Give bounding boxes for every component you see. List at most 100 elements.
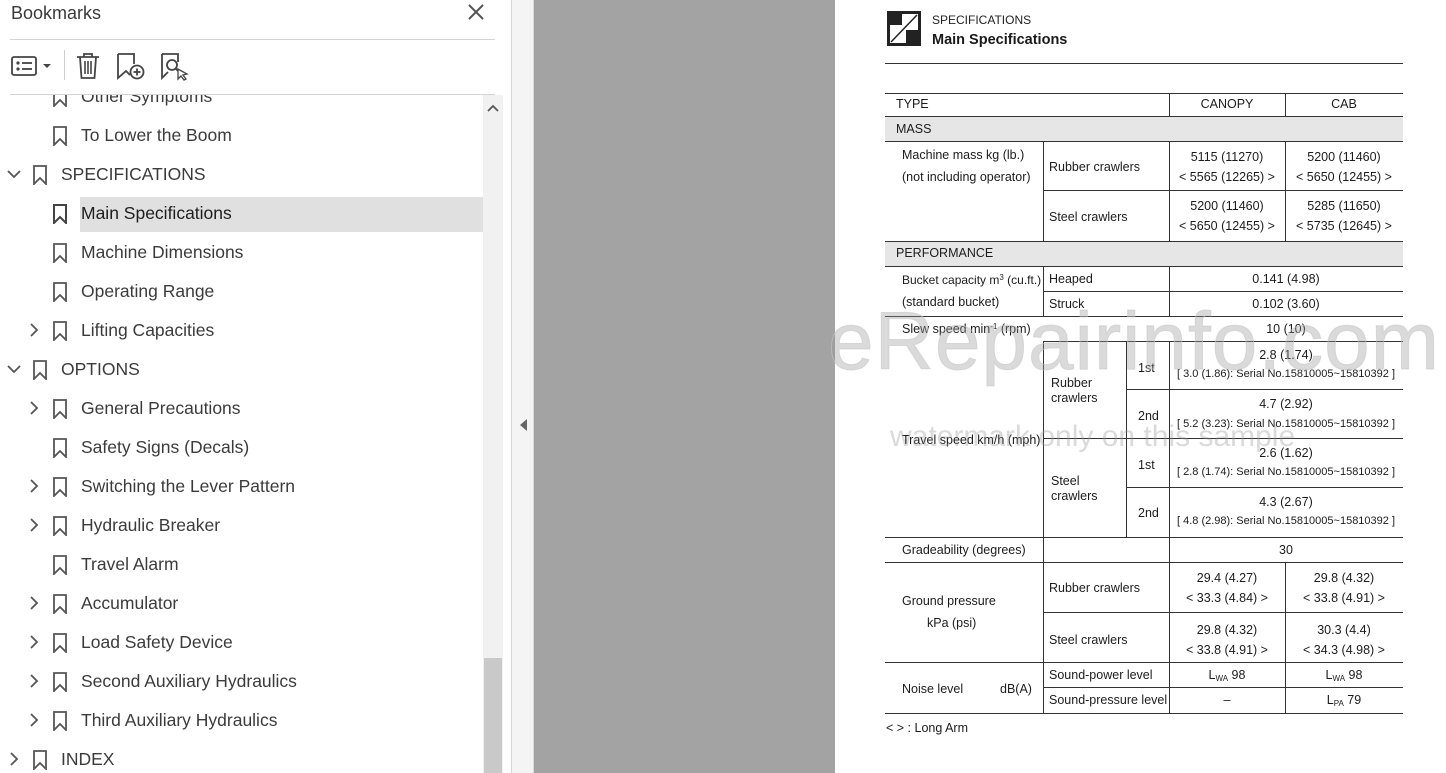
ground-pressure-label: Ground pressure bbox=[902, 594, 996, 608]
bookmark-item-third-auxiliary-hydraulics[interactable]: Third Auxiliary Hydraulics bbox=[0, 702, 483, 738]
bookmark-item-hydraulic-breaker[interactable]: Hydraulic Breaker bbox=[0, 507, 483, 543]
add-bookmark-icon bbox=[117, 53, 145, 80]
bookmark-icon bbox=[53, 95, 67, 107]
bucket-capacity-label: Bucket capacity m3 (cu.ft.) bbox=[902, 273, 1042, 287]
bookmark-label: SPECIFICATIONS bbox=[61, 164, 206, 184]
table-line bbox=[1126, 389, 1403, 390]
bookmark-label: Second Auxiliary Hydraulics bbox=[81, 671, 297, 691]
page-title: Main Specifications bbox=[932, 32, 1068, 48]
table-line bbox=[1043, 291, 1403, 292]
bookmark-item-general-precautions[interactable]: General Precautions bbox=[0, 390, 483, 426]
mass-value: < 5650 (12455) > bbox=[1296, 170, 1392, 184]
toolbar-divider bbox=[64, 50, 65, 80]
close-icon[interactable] bbox=[466, 2, 486, 22]
bookmark-tree: Other Symptoms To Lower the Boom SPECIFI… bbox=[0, 95, 483, 773]
scroll-thumb[interactable] bbox=[484, 658, 502, 773]
bookmark-item-machine-dimensions[interactable]: Machine Dimensions bbox=[0, 234, 483, 270]
sound-power-canopy: LWA 98 bbox=[1208, 668, 1246, 683]
table-line bbox=[1043, 190, 1403, 191]
bookmark-item-lifting-capacities[interactable]: Lifting Capacities bbox=[0, 312, 483, 348]
ground-pressure-value: < 33.3 (4.84) > bbox=[1185, 591, 1268, 605]
steel-crawlers-label: Steel crawlers bbox=[1049, 633, 1128, 647]
bookmark-item-switching-lever-pattern[interactable]: Switching the Lever Pattern bbox=[0, 468, 483, 504]
specifications-icon bbox=[887, 11, 921, 46]
chevron-right-icon bbox=[30, 674, 39, 688]
search-bookmark-icon bbox=[161, 53, 189, 81]
bookmark-item-safety-signs[interactable]: Safety Signs (Decals) bbox=[0, 429, 483, 465]
bookmark-icon bbox=[53, 672, 67, 692]
bookmark-label: Load Safety Device bbox=[81, 632, 233, 652]
bookmark-item-to-lower-the-boom[interactable]: To Lower the Boom bbox=[0, 117, 483, 153]
bookmarks-panel: Bookmarks Other Symptoms To Lower the Bo… bbox=[0, 0, 512, 773]
sound-pressure-canopy: – bbox=[1223, 693, 1231, 707]
mass-label: Machine mass kg (lb.) bbox=[902, 148, 1025, 162]
steel-crawlers-label: Steel crawlers bbox=[1049, 210, 1128, 224]
noise-level-unit: dB(A) bbox=[1000, 682, 1032, 696]
bookmark-item-second-auxiliary-hydraulics[interactable]: Second Auxiliary Hydraulics bbox=[0, 663, 483, 699]
bookmark-item-operating-range[interactable]: Operating Range bbox=[0, 273, 483, 309]
find-bookmark-button[interactable] bbox=[158, 51, 190, 81]
table-line bbox=[885, 662, 1403, 663]
bookmark-label: Main Specifications bbox=[81, 203, 232, 223]
gradeability-value: 30 bbox=[1279, 543, 1293, 557]
chevron-right-icon bbox=[30, 479, 39, 493]
bookmark-item-accumulator[interactable]: Accumulator bbox=[0, 585, 483, 621]
bookmark-icon bbox=[53, 321, 67, 341]
sound-pressure-cab: LPA 79 bbox=[1326, 693, 1362, 708]
bookmark-item-travel-alarm[interactable]: Travel Alarm bbox=[0, 546, 483, 582]
mass-value: 5115 (11270) bbox=[1190, 150, 1264, 164]
bookmark-icon bbox=[53, 711, 67, 731]
bookmark-item-specifications[interactable]: SPECIFICATIONS bbox=[0, 156, 483, 192]
add-bookmark-button[interactable] bbox=[114, 51, 148, 81]
gear-2nd: 2nd bbox=[1138, 506, 1159, 520]
bookmark-label: Hydraulic Breaker bbox=[81, 515, 221, 535]
bookmark-item-other-symptoms[interactable]: Other Symptoms bbox=[0, 95, 483, 114]
bookmark-label: Lifting Capacities bbox=[81, 320, 215, 340]
chevron-right-icon bbox=[30, 518, 39, 532]
table-line bbox=[885, 241, 1403, 242]
watermark-main: eRepairinfo.com bbox=[827, 296, 1441, 388]
bookmark-item-load-safety-device[interactable]: Load Safety Device bbox=[0, 624, 483, 660]
bookmark-item-index[interactable]: INDEX bbox=[0, 741, 483, 773]
noise-level-label: Noise level bbox=[902, 682, 964, 696]
bookmark-icon bbox=[53, 399, 67, 419]
table-line bbox=[885, 562, 1403, 563]
bookmark-label: Third Auxiliary Hydraulics bbox=[81, 710, 278, 730]
panel-splitter[interactable] bbox=[512, 0, 534, 773]
chevron-up-icon bbox=[487, 104, 499, 112]
mass-value: < 5650 (12455) > bbox=[1179, 219, 1275, 233]
gradeability-label: Gradeability (degrees) bbox=[902, 543, 1026, 557]
mass-value: < 5735 (12645) > bbox=[1296, 219, 1392, 233]
delete-bookmark-button[interactable] bbox=[74, 51, 102, 81]
sound-power-label: Sound-power level bbox=[1049, 668, 1153, 682]
bookmark-label: Safety Signs (Decals) bbox=[81, 437, 250, 457]
footnote: < > : Long Arm bbox=[886, 721, 968, 735]
sound-pressure-label: Sound-pressure level bbox=[1049, 693, 1168, 707]
bookmark-icon bbox=[53, 516, 67, 536]
bookmark-icon bbox=[53, 282, 67, 302]
table-line bbox=[885, 141, 1403, 142]
ground-pressure-value: 29.8 (4.32) bbox=[1196, 623, 1258, 637]
document-background bbox=[534, 0, 835, 773]
sound-power-cab: LWA 98 bbox=[1325, 668, 1363, 683]
bookmarks-scrollbar[interactable] bbox=[483, 95, 503, 773]
travel-value: 4.7 (2.92) bbox=[1259, 397, 1313, 411]
bookmark-label: To Lower the Boom bbox=[81, 125, 232, 145]
bookmark-icon bbox=[53, 438, 67, 458]
options-menu-button[interactable] bbox=[10, 51, 54, 81]
bookmark-icon bbox=[53, 555, 67, 575]
panel-title: Bookmarks bbox=[11, 3, 102, 23]
bookmark-item-options[interactable]: OPTIONS bbox=[0, 351, 483, 387]
mass-heading: MASS bbox=[896, 122, 932, 136]
bookmark-item-main-specifications[interactable]: Main Specifications bbox=[0, 195, 483, 232]
bookmark-label: OPTIONS bbox=[61, 359, 140, 379]
bookmark-icon bbox=[33, 165, 47, 185]
bookmark-icon bbox=[33, 750, 47, 770]
ground-pressure-value: 30.3 (4.4) bbox=[1317, 623, 1371, 637]
table-line bbox=[1043, 141, 1044, 241]
bookmark-icon bbox=[53, 243, 67, 263]
divider bbox=[885, 63, 1403, 64]
ground-pressure-value: < 34.3 (4.98) > bbox=[1302, 643, 1385, 657]
chevron-down-icon bbox=[7, 170, 21, 179]
bookmark-label: Other Symptoms bbox=[81, 95, 213, 106]
